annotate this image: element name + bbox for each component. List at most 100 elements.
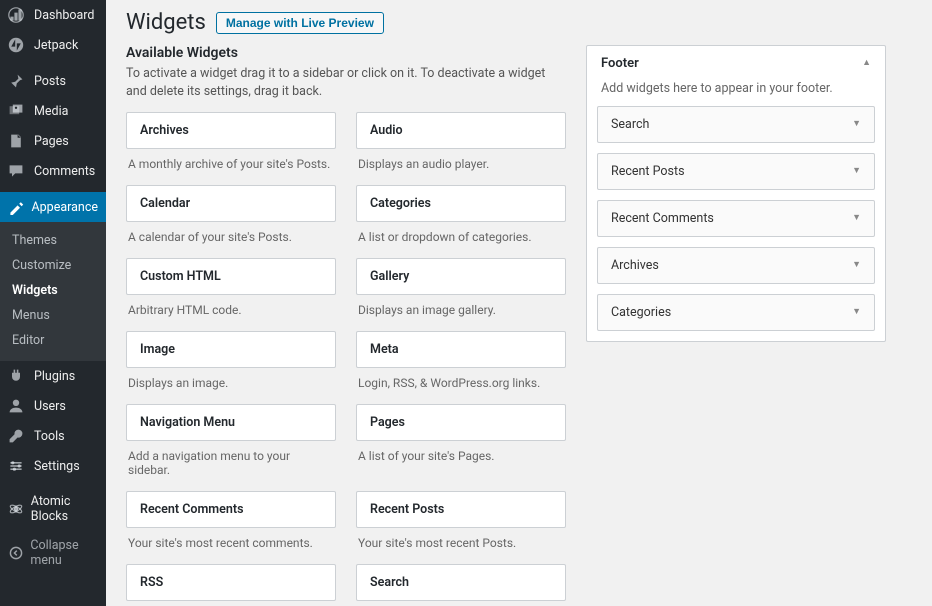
footer-area-slots: Search▼Recent Posts▼Recent Comments▼Arch… <box>587 106 885 341</box>
available-widget[interactable]: Search <box>356 564 566 601</box>
footer-slot[interactable]: Categories ▼ <box>597 294 875 331</box>
caret-down-icon: ▼ <box>852 261 861 270</box>
sidebar-item-label: Tools <box>34 429 65 444</box>
sidebar-item-label: Settings <box>34 459 80 474</box>
sidebar-item-label: Comments <box>34 164 95 179</box>
footer-slot[interactable]: Recent Comments ▼ <box>597 200 875 237</box>
available-widget[interactable]: RSS <box>126 564 336 601</box>
available-widget-desc: Your site's most recent Posts. <box>356 528 566 564</box>
sidebar-item-tools[interactable]: Tools <box>0 421 106 451</box>
submenu-editor[interactable]: Editor <box>0 328 106 353</box>
available-widget-desc: A calendar of your site's Posts. <box>126 222 336 258</box>
sidebar-item-dashboard[interactable]: Dashboard <box>0 0 106 30</box>
caret-down-icon: ▼ <box>852 214 861 223</box>
sidebar-item-media[interactable]: Media <box>0 96 106 126</box>
available-widgets-desc: To activate a widget drag it to a sideba… <box>126 65 566 100</box>
sidebar-item-label: Pages <box>34 134 69 149</box>
footer-slot[interactable]: Search ▼ <box>597 106 875 143</box>
footer-widget-area: Footer ▲ Add widgets here to appear in y… <box>586 45 886 342</box>
footer-slot-label: Search <box>611 117 649 132</box>
caret-up-icon: ▲ <box>862 59 871 68</box>
available-widget-desc: A search form for your site. <box>356 601 566 606</box>
sidebar-item-label: Plugins <box>34 369 75 384</box>
available-widget[interactable]: Meta <box>356 331 566 368</box>
caret-down-icon: ▼ <box>852 308 861 317</box>
sidebar-item-pages[interactable]: Pages <box>0 126 106 156</box>
sidebar-item-comments[interactable]: Comments <box>0 156 106 186</box>
appearance-icon <box>8 199 26 215</box>
available-widget-desc: Displays an image. <box>126 368 336 404</box>
sidebar-item-label: Media <box>34 104 68 119</box>
available-widget[interactable]: Custom HTML <box>126 258 336 295</box>
sidebar-item-label: Posts <box>34 74 66 89</box>
available-widget[interactable]: Recent Posts <box>356 491 566 528</box>
sidebar-item-label: Users <box>34 399 66 414</box>
footer-slot-label: Archives <box>611 258 659 273</box>
submenu-menus[interactable]: Menus <box>0 303 106 328</box>
sidebar-item-label: Dashboard <box>34 8 94 23</box>
footer-slot[interactable]: Archives ▼ <box>597 247 875 284</box>
sidebar-item-jetpack[interactable]: Jetpack <box>0 30 106 60</box>
page-title: Widgets <box>126 10 206 35</box>
comment-icon <box>8 163 28 179</box>
sidebar-item-settings[interactable]: Settings <box>0 451 106 481</box>
sidebar-item-label: Collapse menu <box>30 538 98 568</box>
available-widget-desc: A list or dropdown of categories. <box>356 222 566 258</box>
sidebar-item-appearance[interactable]: Appearance <box>0 192 106 222</box>
available-widget[interactable]: Navigation Menu <box>126 404 336 441</box>
dashboard-icon <box>8 7 28 23</box>
tools-icon <box>8 428 28 444</box>
sidebar-item-label: Jetpack <box>34 38 78 53</box>
footer-slot-label: Categories <box>611 305 671 320</box>
media-icon <box>8 103 28 119</box>
footer-area-title: Footer <box>601 56 639 71</box>
available-widget-desc: Entries from any RSS or Atom feed. <box>126 601 336 606</box>
plugin-icon <box>8 368 28 384</box>
live-preview-button[interactable]: Manage with Live Preview <box>216 12 384 34</box>
available-widget[interactable]: Recent Comments <box>126 491 336 528</box>
available-widgets-title: Available Widgets <box>126 45 566 61</box>
footer-slot[interactable]: Recent Posts ▼ <box>597 153 875 190</box>
submenu-customize[interactable]: Customize <box>0 253 106 278</box>
sidebar-item-label: Appearance <box>32 200 99 215</box>
sidebar-item-label: Atomic Blocks <box>31 494 98 524</box>
available-widget[interactable]: Categories <box>356 185 566 222</box>
jetpack-icon <box>8 37 28 53</box>
available-widget[interactable]: Gallery <box>356 258 566 295</box>
available-widget[interactable]: Image <box>126 331 336 368</box>
footer-slot-label: Recent Comments <box>611 211 714 226</box>
sidebar-collapse[interactable]: Collapse menu <box>0 531 106 575</box>
page-icon <box>8 133 28 149</box>
sidebar-item-plugins[interactable]: Plugins <box>0 361 106 391</box>
available-widget-desc: A monthly archive of your site's Posts. <box>126 149 336 185</box>
footer-area-toggle[interactable]: Footer ▲ <box>587 46 885 81</box>
available-widget-desc: Displays an audio player. <box>356 149 566 185</box>
available-widget[interactable]: Audio <box>356 112 566 149</box>
sidebar-item-posts[interactable]: Posts <box>0 66 106 96</box>
atomic-icon <box>8 501 25 517</box>
sidebar-item-users[interactable]: Users <box>0 391 106 421</box>
appearance-submenu: Themes Customize Widgets Menus Editor <box>0 222 106 361</box>
admin-sidebar: Dashboard Jetpack Posts Media Pages Comm… <box>0 0 106 606</box>
footer-slot-label: Recent Posts <box>611 164 685 179</box>
available-widget-desc: Login, RSS, & WordPress.org links. <box>356 368 566 404</box>
footer-area-desc: Add widgets here to appear in your foote… <box>587 81 885 106</box>
submenu-themes[interactable]: Themes <box>0 228 106 253</box>
pin-icon <box>8 73 28 89</box>
available-widget-desc: Displays an image gallery. <box>356 295 566 331</box>
available-widgets-grid: ArchivesA monthly archive of your site's… <box>126 112 566 606</box>
available-widget[interactable]: Pages <box>356 404 566 441</box>
collapse-icon <box>8 545 24 561</box>
settings-icon <box>8 458 28 474</box>
available-widget-desc: Arbitrary HTML code. <box>126 295 336 331</box>
submenu-widgets[interactable]: Widgets <box>0 278 106 303</box>
available-widget[interactable]: Calendar <box>126 185 336 222</box>
available-widget[interactable]: Archives <box>126 112 336 149</box>
sidebar-item-atomic-blocks[interactable]: Atomic Blocks <box>0 487 106 531</box>
available-widget-desc: Add a navigation menu to your sidebar. <box>126 441 336 491</box>
available-widget-desc: A list of your site's Pages. <box>356 441 566 477</box>
user-icon <box>8 398 28 414</box>
caret-down-icon: ▼ <box>852 167 861 176</box>
main-content: Widgets Manage with Live Preview Availab… <box>106 0 932 606</box>
caret-down-icon: ▼ <box>852 120 861 129</box>
